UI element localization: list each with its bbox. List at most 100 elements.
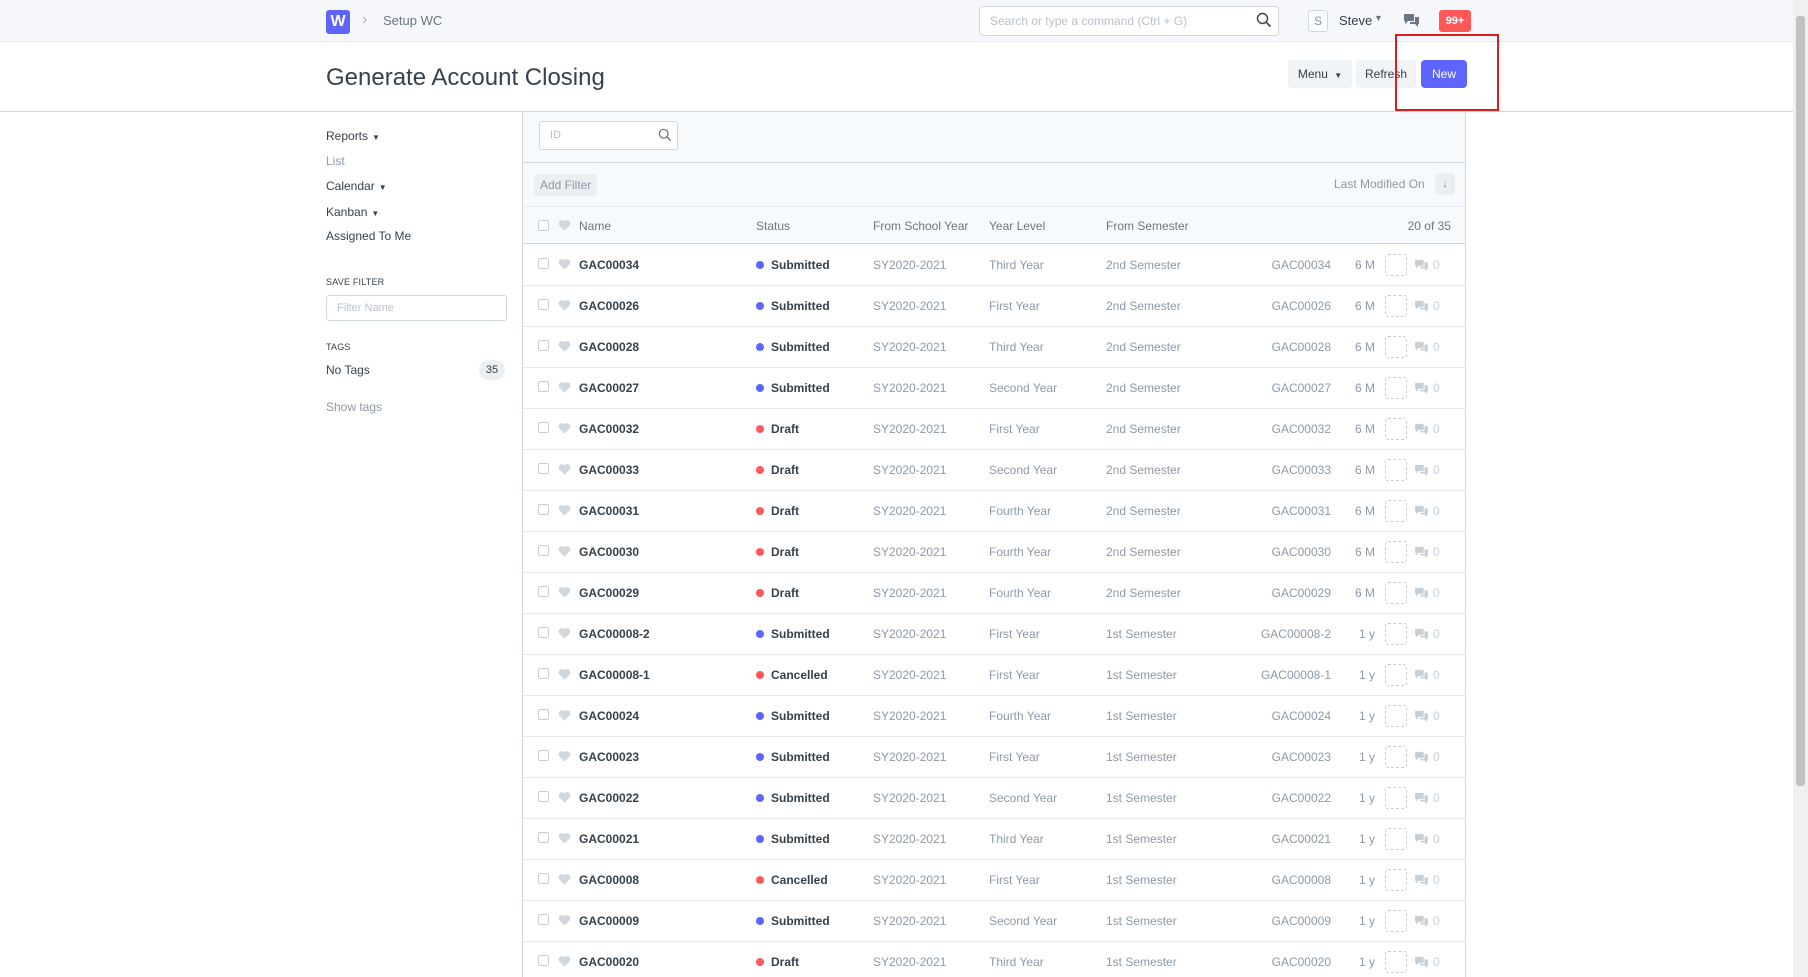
assign-avatar-placeholder[interactable] [1385, 787, 1407, 809]
row-checkbox[interactable] [538, 832, 549, 843]
heart-icon[interactable] [558, 463, 571, 475]
assign-avatar-placeholder[interactable] [1385, 377, 1407, 399]
heart-icon[interactable] [558, 299, 571, 311]
sidebar-item-kanban[interactable]: Kanban ▼ [326, 205, 379, 219]
notifications-badge[interactable]: 99+ [1439, 10, 1471, 32]
row-checkbox[interactable] [538, 258, 549, 269]
filter-name-input[interactable]: Filter Name [326, 295, 507, 321]
table-row[interactable]: GAC00027 Submitted SY2020-2021 Second Year 2… [523, 368, 1465, 409]
add-filter-button[interactable]: Add Filter [534, 174, 598, 196]
heart-icon[interactable] [558, 914, 571, 926]
table-row[interactable]: GAC00026 Submitted SY2020-2021 First Year 2n… [523, 286, 1465, 327]
user-menu[interactable]: Steve [1339, 13, 1372, 28]
heart-icon[interactable] [558, 258, 571, 270]
heart-icon[interactable] [558, 750, 571, 762]
heart-icon[interactable] [558, 873, 571, 885]
assign-avatar-placeholder[interactable] [1385, 336, 1407, 358]
caret-down-icon[interactable]: ▼ [1374, 13, 1383, 23]
assign-avatar-placeholder[interactable] [1385, 705, 1407, 727]
assign-avatar-placeholder[interactable] [1385, 910, 1407, 932]
column-header-name[interactable]: Name [579, 219, 611, 233]
breadcrumb[interactable]: Setup WC [383, 13, 442, 28]
table-row[interactable]: GAC00008 Cancelled SY2020-2021 First Year 1s… [523, 860, 1465, 901]
row-name-link[interactable]: GAC00034 [579, 258, 639, 272]
table-row[interactable]: GAC00009 Submitted SY2020-2021 Second Year 1… [523, 901, 1465, 942]
row-name-link[interactable]: GAC00008 [579, 873, 639, 887]
search-input[interactable]: Search or type a command (Ctrl + G) [979, 6, 1279, 36]
scrollbar-thumb[interactable] [1796, 16, 1805, 786]
row-name-link[interactable]: GAC00032 [579, 422, 639, 436]
heart-icon[interactable] [558, 504, 571, 516]
assign-avatar-placeholder[interactable] [1385, 664, 1407, 686]
select-all-checkbox[interactable] [538, 220, 549, 231]
table-row[interactable]: GAC00033 Draft SY2020-2021 Second Year 2nd S… [523, 450, 1465, 491]
table-row[interactable]: GAC00022 Submitted SY2020-2021 Second Year 1… [523, 778, 1465, 819]
app-logo[interactable]: W [326, 10, 350, 34]
heart-icon[interactable] [558, 832, 571, 844]
row-name-link[interactable]: GAC00026 [579, 299, 639, 313]
row-name-link[interactable]: GAC00008-2 [579, 627, 650, 641]
heart-icon[interactable] [558, 545, 571, 557]
row-name-link[interactable]: GAC00020 [579, 955, 639, 969]
row-checkbox[interactable] [538, 955, 549, 966]
row-checkbox[interactable] [538, 422, 549, 433]
show-tags-link[interactable]: Show tags [326, 400, 382, 414]
row-name-link[interactable]: GAC00027 [579, 381, 639, 395]
assign-avatar-placeholder[interactable] [1385, 582, 1407, 604]
heart-icon[interactable] [558, 422, 571, 434]
row-checkbox[interactable] [538, 504, 549, 515]
heart-icon[interactable] [558, 791, 571, 803]
table-row[interactable]: GAC00020 Draft SY2020-2021 Third Year 1st Se… [523, 942, 1465, 977]
row-name-link[interactable]: GAC00021 [579, 832, 639, 846]
assign-avatar-placeholder[interactable] [1385, 459, 1407, 481]
row-checkbox[interactable] [538, 299, 549, 310]
row-name-link[interactable]: GAC00008-1 [579, 668, 650, 682]
heart-icon[interactable] [558, 668, 571, 680]
avatar[interactable]: S [1308, 10, 1328, 32]
row-name-link[interactable]: GAC00028 [579, 340, 639, 354]
heart-icon[interactable] [558, 955, 571, 967]
heart-icon[interactable] [558, 586, 571, 598]
assign-avatar-placeholder[interactable] [1385, 418, 1407, 440]
row-name-link[interactable]: GAC00023 [579, 750, 639, 764]
sidebar-item-no-tags[interactable]: No Tags [326, 363, 370, 377]
row-checkbox[interactable] [538, 340, 549, 351]
row-checkbox[interactable] [538, 545, 549, 556]
assign-avatar-placeholder[interactable] [1385, 295, 1407, 317]
sidebar-item-calendar[interactable]: Calendar ▼ [326, 179, 387, 193]
assign-avatar-placeholder[interactable] [1385, 746, 1407, 768]
row-name-link[interactable]: GAC00030 [579, 545, 639, 559]
row-name-link[interactable]: GAC00031 [579, 504, 639, 518]
row-checkbox[interactable] [538, 709, 549, 720]
assign-avatar-placeholder[interactable] [1385, 828, 1407, 850]
row-name-link[interactable]: GAC00024 [579, 709, 639, 723]
page-scrollbar[interactable] [1793, 0, 1808, 977]
row-checkbox[interactable] [538, 750, 549, 761]
assign-avatar-placeholder[interactable] [1385, 951, 1407, 973]
heart-icon[interactable] [558, 627, 571, 639]
sidebar-item-reports[interactable]: Reports ▼ [326, 129, 380, 143]
table-row[interactable]: GAC00034 Submitted SY2020-2021 Third Year 2n… [523, 245, 1465, 286]
table-row[interactable]: GAC00028 Submitted SY2020-2021 Third Year 2n… [523, 327, 1465, 368]
row-name-link[interactable]: GAC00009 [579, 914, 639, 928]
column-header-year-level[interactable]: Year Level [989, 219, 1045, 233]
sidebar-item-assigned-to-me[interactable]: Assigned To Me [326, 229, 411, 243]
row-checkbox[interactable] [538, 586, 549, 597]
heart-icon[interactable] [558, 381, 571, 393]
table-row[interactable]: GAC00031 Draft SY2020-2021 Fourth Year 2nd S… [523, 491, 1465, 532]
row-name-link[interactable]: GAC00033 [579, 463, 639, 477]
row-checkbox[interactable] [538, 463, 549, 474]
table-row[interactable]: GAC00021 Submitted SY2020-2021 Third Year 1s… [523, 819, 1465, 860]
row-checkbox[interactable] [538, 381, 549, 392]
chat-icon[interactable] [1403, 12, 1420, 28]
row-checkbox[interactable] [538, 873, 549, 884]
column-header-status[interactable]: Status [756, 219, 790, 233]
table-row[interactable]: GAC00029 Draft SY2020-2021 Fourth Year 2nd S… [523, 573, 1465, 614]
heart-icon[interactable] [558, 340, 571, 352]
column-header-from-school-year[interactable]: From School Year [873, 219, 968, 233]
assign-avatar-placeholder[interactable] [1385, 869, 1407, 891]
table-row[interactable]: GAC00030 Draft SY2020-2021 Fourth Year 2nd S… [523, 532, 1465, 573]
row-checkbox[interactable] [538, 791, 549, 802]
assign-avatar-placeholder[interactable] [1385, 254, 1407, 276]
table-row[interactable]: GAC00032 Draft SY2020-2021 First Year 2nd Se… [523, 409, 1465, 450]
